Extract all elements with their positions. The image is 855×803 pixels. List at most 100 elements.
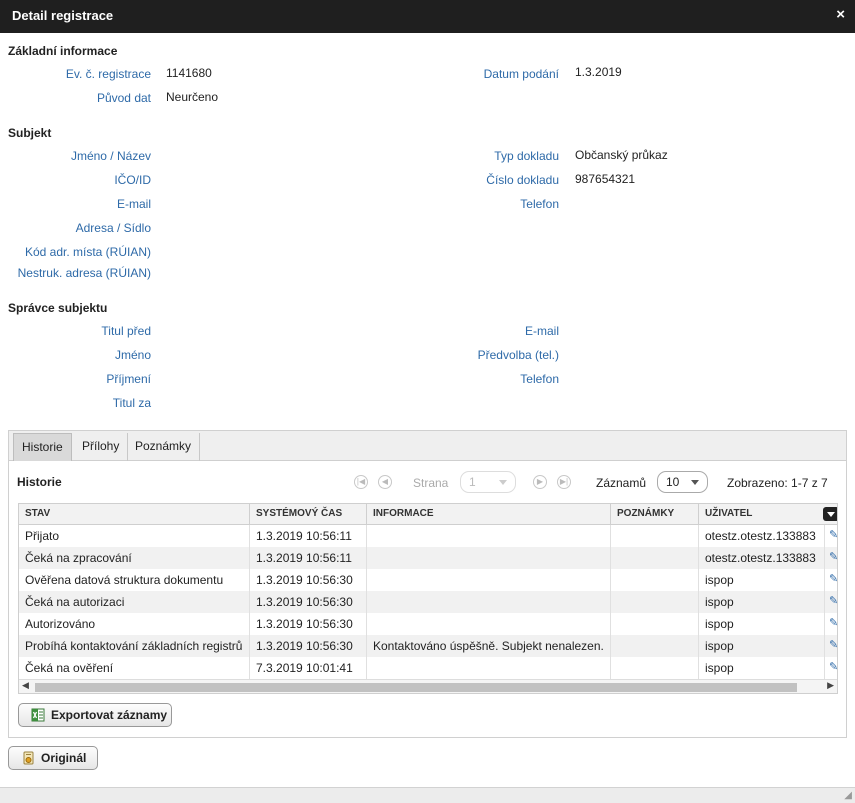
table-row[interactable]: Autorizováno 1.3.2019 10:56:30 ispop ✎ <box>19 613 837 635</box>
cell-info <box>367 591 611 613</box>
table-row[interactable]: Ověřena datová struktura dokumentu 1.3.2… <box>19 569 837 591</box>
original-button[interactable]: Originál <box>8 746 98 770</box>
page-label: Strana <box>413 476 449 490</box>
edit-icon[interactable]: ✎ <box>829 530 837 541</box>
cell-stav: Autorizováno <box>19 613 250 635</box>
cell-info <box>367 547 611 569</box>
scroll-left-icon[interactable]: ◀ <box>22 680 29 691</box>
first-page-icon[interactable]: |◀ <box>354 475 368 489</box>
scrollbar-thumb[interactable] <box>35 683 797 692</box>
subject-name-label: Jméno / Název <box>70 149 151 163</box>
section-title-admin: Správce subjektu <box>8 301 108 315</box>
column-header-notes[interactable]: POZNÁMKY <box>611 504 699 525</box>
edit-icon[interactable]: ✎ <box>829 574 837 585</box>
cell-time: 7.3.2019 10:01:41 <box>250 657 367 679</box>
export-records-label: Exportovat záznamy <box>51 708 168 722</box>
status-bar: ◢ <box>0 787 855 803</box>
cell-stav: Ověřena datová struktura dokumentu <box>19 569 250 591</box>
dialog-titlebar: Detail registrace × <box>0 0 855 33</box>
cell-stav: Čeká na zpracování <box>19 547 250 569</box>
export-records-button[interactable]: Exportovat záznamy <box>18 703 172 727</box>
horizontal-scrollbar[interactable]: ◀ ▶ <box>19 679 837 693</box>
chevron-down-icon <box>691 480 699 485</box>
column-header-time[interactable]: SYSTÉMOVÝ ČAS <box>250 504 367 525</box>
records-select-value: 10 <box>666 475 680 489</box>
subject-email-label: E-mail <box>116 197 151 211</box>
cell-stav: Čeká na ověření <box>19 657 250 679</box>
edit-icon[interactable]: ✎ <box>829 552 837 563</box>
cell-user: ispop <box>699 657 825 679</box>
cell-notes <box>611 525 699 547</box>
prev-page-icon[interactable]: ◀ <box>378 475 392 489</box>
cell-time: 1.3.2019 10:56:30 <box>250 613 367 635</box>
cell-info <box>367 613 611 635</box>
subject-phone-label: Telefon <box>520 197 559 211</box>
tab-notes[interactable]: Poznámky <box>127 433 201 461</box>
cell-user: ispop <box>699 569 825 591</box>
data-origin-value: Neurčeno <box>166 90 219 104</box>
grid-header: STAV SYSTÉMOVÝ ČAS INFORMACE POZNÁMKY UŽ… <box>19 504 837 525</box>
resize-grip-icon[interactable]: ◢ <box>844 790 852 801</box>
ico-label: IČO/ID <box>114 173 151 187</box>
table-row[interactable]: Čeká na ověření 7.3.2019 10:01:41 ispop … <box>19 657 837 679</box>
cell-notes <box>611 569 699 591</box>
submit-date-value: 1.3.2019 <box>575 65 622 79</box>
document-icon <box>23 751 34 765</box>
scroll-right-icon[interactable]: ▶ <box>827 680 834 691</box>
edit-icon[interactable]: ✎ <box>829 662 837 673</box>
column-menu-icon[interactable] <box>823 507 837 521</box>
page-select[interactable]: 1 <box>460 471 516 493</box>
unstructured-address-label: Nestruk. adresa (RÚIAN) <box>17 266 151 280</box>
admin-phone-label: Telefon <box>520 372 559 386</box>
phone-prefix-label: Předvolba (tel.) <box>477 348 559 362</box>
records-per-page-select[interactable]: 10 <box>657 471 708 493</box>
admin-email-label: E-mail <box>524 324 559 338</box>
cell-notes <box>611 613 699 635</box>
records-shown: Zobrazeno: 1-7 z 7 <box>727 476 828 490</box>
cell-time: 1.3.2019 10:56:30 <box>250 591 367 613</box>
edit-icon[interactable]: ✎ <box>829 640 837 651</box>
doc-number-label: Číslo dokladu <box>486 173 559 187</box>
original-button-label: Originál <box>41 751 87 765</box>
table-row[interactable]: Čeká na autorizaci 1.3.2019 10:56:30 isp… <box>19 591 837 613</box>
table-row[interactable]: Přijato 1.3.2019 10:56:11 otestz.otestz.… <box>19 525 837 547</box>
cell-time: 1.3.2019 10:56:11 <box>250 547 367 569</box>
edit-icon[interactable]: ✎ <box>829 618 837 629</box>
reg-number-value: 1141680 <box>166 66 212 80</box>
doc-number-value: 987654321 <box>575 172 636 186</box>
reg-number-label: Ev. č. registrace <box>65 67 151 81</box>
last-page-icon[interactable]: ▶| <box>557 475 571 489</box>
chevron-down-icon <box>499 480 507 485</box>
edit-icon[interactable]: ✎ <box>829 596 837 607</box>
tab-history[interactable]: Historie <box>13 433 72 461</box>
cell-info <box>367 569 611 591</box>
column-header-user[interactable]: UŽIVATEL <box>699 504 837 525</box>
cell-notes <box>611 635 699 657</box>
page-select-value: 1 <box>469 475 476 489</box>
cell-notes <box>611 657 699 679</box>
admin-first-name-label: Jméno <box>114 348 151 362</box>
table-row[interactable]: Probíhá kontaktování základních registrů… <box>19 635 837 657</box>
table-row[interactable]: Čeká na zpracování 1.3.2019 10:56:11 ote… <box>19 547 837 569</box>
history-title: Historie <box>17 475 62 489</box>
cell-user: ispop <box>699 591 825 613</box>
next-page-icon[interactable]: ▶ <box>533 475 547 489</box>
history-grid: STAV SYSTÉMOVÝ ČAS INFORMACE POZNÁMKY UŽ… <box>18 503 838 694</box>
cell-info: Kontaktováno úspěšně. Subjekt nenalezen. <box>367 635 611 657</box>
section-title-basic: Základní informace <box>8 44 118 58</box>
data-origin-label: Původ dat <box>96 91 151 105</box>
tab-bar: Historie Přílohy Poznámky <box>9 431 846 461</box>
tab-attachments[interactable]: Přílohy <box>74 433 129 461</box>
close-icon[interactable]: × <box>836 6 845 23</box>
title-after-label: Titul za <box>112 396 151 410</box>
cell-time: 1.3.2019 10:56:30 <box>250 635 367 657</box>
column-header-stav[interactable]: STAV <box>19 504 250 525</box>
column-header-info[interactable]: INFORMACE <box>367 504 611 525</box>
cell-user: ispop <box>699 613 825 635</box>
cell-stav: Probíhá kontaktování základních registrů <box>19 635 250 657</box>
cell-time: 1.3.2019 10:56:30 <box>250 569 367 591</box>
records-label: Záznamů <box>596 476 647 490</box>
history-panel: Historie Přílohy Poznámky Historie |◀ ◀ … <box>8 430 847 738</box>
title-before-label: Titul před <box>101 324 151 338</box>
doc-type-value: Občanský průkaz <box>575 148 668 162</box>
